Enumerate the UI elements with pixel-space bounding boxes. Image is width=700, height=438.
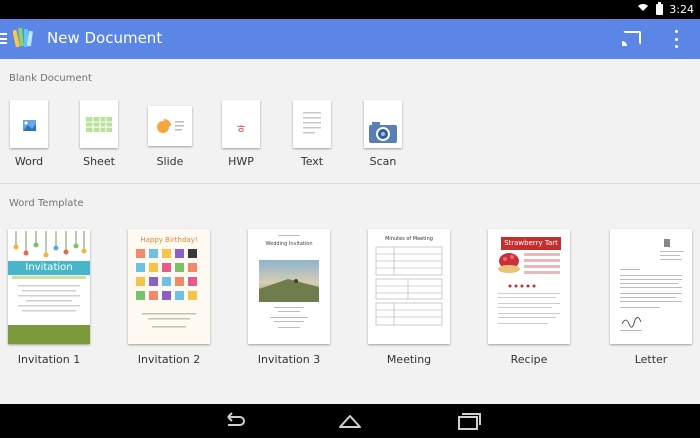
app-logo-icon[interactable]: [13, 26, 35, 50]
template-letter[interactable]: Letter: [606, 229, 696, 369]
template-invitation-3[interactable]: Wedding Invitation Invitation 3: [244, 229, 334, 369]
template-thumbnail: Wedding Invitation: [248, 229, 330, 344]
more-options-icon[interactable]: [673, 30, 679, 48]
blank-sheet-button[interactable]: Sheet: [69, 100, 129, 175]
template-label: Recipe: [510, 353, 548, 366]
blank-scan-button[interactable]: Scan: [353, 100, 413, 175]
template-thumbnail: Happy Birthday!: [128, 229, 210, 344]
battery-icon: [656, 2, 664, 15]
sheet-doc-icon: [80, 100, 118, 148]
blank-item-label: Slide: [156, 155, 184, 168]
template-label: Invitation 3: [257, 353, 321, 366]
template-thumbnail: Minutes of Meeting: [368, 229, 450, 344]
template-heading: Invitation: [8, 261, 90, 275]
blank-text-button[interactable]: Text: [282, 100, 342, 175]
hwp-doc-icon: ㅎ: [222, 100, 260, 148]
template-label: Letter: [634, 353, 668, 366]
blank-item-label: Text: [300, 155, 324, 168]
blank-item-label: Sheet: [83, 155, 115, 168]
section-title-template: Word Template: [9, 198, 84, 209]
status-bar: 3:24: [0, 0, 700, 19]
template-label: Meeting: [386, 353, 432, 366]
word-doc-icon: [10, 100, 48, 148]
template-invitation-1[interactable]: Invitation Invitation 1: [4, 229, 94, 369]
template-thumbnail: Invitation: [8, 229, 90, 344]
cast-icon[interactable]: [622, 31, 641, 46]
wifi-icon: [636, 4, 650, 16]
template-meeting[interactable]: Minutes of Meeting Meeting: [364, 229, 454, 369]
app-bar: New Document: [0, 19, 700, 59]
slide-doc-icon: [148, 106, 192, 146]
template-recipe[interactable]: Strawberry Tart Recipe: [484, 229, 574, 369]
blank-hwp-button[interactable]: ㅎ HWP: [211, 100, 271, 175]
blank-slide-button[interactable]: Slide: [140, 100, 200, 175]
template-invitation-2[interactable]: Happy Birthday! Invitation 2: [124, 229, 214, 369]
template-label: Invitation 2: [137, 353, 201, 366]
scan-camera-icon: [364, 100, 402, 148]
text-doc-icon: [293, 100, 331, 148]
svg-text:ㅎ: ㅎ: [235, 122, 246, 136]
home-icon[interactable]: [334, 411, 366, 433]
template-heading: Happy Birthday!: [140, 236, 198, 244]
back-icon[interactable]: [218, 411, 250, 433]
blank-item-label: Word: [14, 155, 44, 168]
page-title: New Document: [47, 29, 163, 47]
section-title-blank: Blank Document: [9, 73, 92, 84]
menu-icon[interactable]: [0, 33, 7, 44]
status-time: 3:24: [669, 3, 694, 16]
blank-item-label: Scan: [369, 155, 397, 168]
template-thumbnail: Strawberry Tart: [488, 229, 570, 344]
recents-icon[interactable]: [453, 411, 485, 433]
template-thumbnail: [610, 229, 692, 344]
blank-word-button[interactable]: Word: [0, 100, 59, 175]
blank-item-label: HWP: [228, 155, 254, 168]
navigation-bar: [0, 404, 700, 438]
template-label: Invitation 1: [17, 353, 81, 366]
section-divider: [0, 183, 700, 184]
